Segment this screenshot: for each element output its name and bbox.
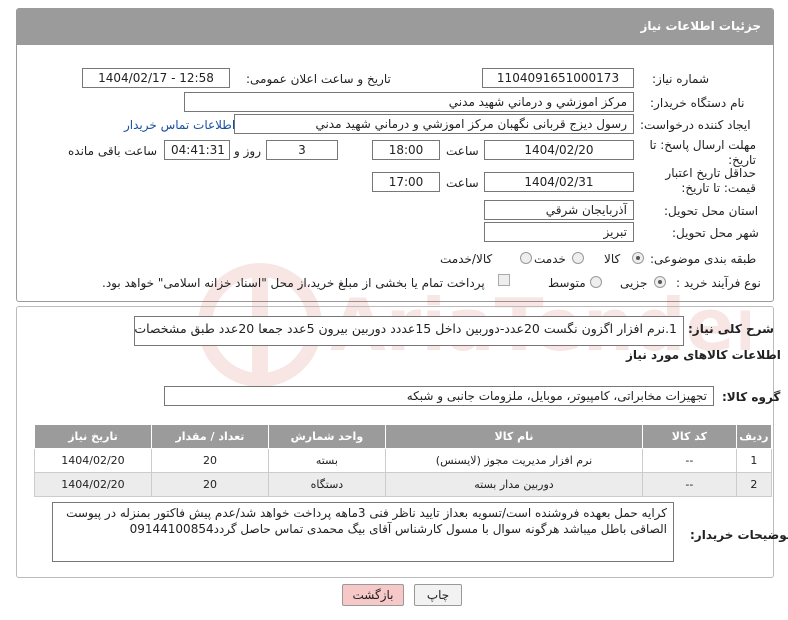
item-unit: دستگاه xyxy=(267,472,386,497)
need-number-label: شماره نیاز: xyxy=(652,72,709,86)
purchase-minor-label: جزیی xyxy=(620,276,648,290)
buyer-org-field: مرکز اموزشي و درماني شهيد مدني xyxy=(184,92,634,112)
item-date: 1404/02/20 xyxy=(34,472,152,497)
col-quantity-header: تعداد / مقدار xyxy=(150,424,269,449)
treasury-payment-checkbox[interactable] xyxy=(498,274,510,286)
deadline-label: مهلت ارسال پاسخ: تا تاریخ: xyxy=(649,138,756,167)
goods-table: ردیف کد کالا نام کالا واحد شمارش تعداد /… xyxy=(34,424,773,497)
days-label: روز و xyxy=(234,144,261,158)
goods-table-header: ردیف کد کالا نام کالا واحد شمارش تعداد /… xyxy=(34,424,773,449)
province-field: آذربايجان شرقي xyxy=(484,200,634,220)
announce-label: تاریخ و ساعت اعلان عمومی: xyxy=(246,72,391,86)
purchase-minor-radio[interactable] xyxy=(654,276,666,288)
item-unit: بسته xyxy=(267,448,386,473)
deadline-time-field: 18:00 xyxy=(372,140,440,160)
buyer-contact-link[interactable]: اطلاعات تماس خریدار xyxy=(124,118,235,132)
city-field: تبريز xyxy=(484,222,634,242)
item-code: -- xyxy=(642,448,737,473)
item-name: دوربین مدار بسته xyxy=(384,472,644,497)
announce-datetime-field: 1404/02/17 - 12:58 xyxy=(82,68,230,88)
col-row-header: ردیف xyxy=(735,424,773,449)
col-unit-header: واحد شمارش xyxy=(267,424,386,449)
remaining-time-field: 04:41:31 xyxy=(164,140,230,160)
col-code-header: کد کالا xyxy=(642,424,737,449)
buyer-notes-label: توضیحات خریدار: xyxy=(690,528,788,542)
goods-group-field: تجهیزات مخابراتی، کامپیوتر، موبایل، ملزو… xyxy=(164,386,714,406)
summary-label: شرح کلی نیاز: xyxy=(688,322,774,336)
requester-field: رسول دیزج قربانی نگهبان مرکز اموزشي و در… xyxy=(234,114,634,134)
validity-label: حداقل تاریخ اعتبار قیمت: تا تاریخ: xyxy=(665,166,756,195)
province-label: استان محل تحویل: xyxy=(664,204,759,218)
validity-time-label: ساعت xyxy=(446,176,479,190)
validity-time-field: 17:00 xyxy=(372,172,440,192)
remaining-label: ساعت باقی مانده xyxy=(68,144,158,158)
item-date: 1404/02/20 xyxy=(34,448,152,473)
panel-title: جزئیات اطلاعات نیاز xyxy=(17,9,773,45)
category-both-radio[interactable] xyxy=(520,252,532,264)
goods-group-label: گروه کالا: xyxy=(722,390,781,404)
summary-field: 1.نرم افزار اگزون نگست 20عدد-دوربین داخل… xyxy=(134,316,684,346)
buyer-org-label: نام دستگاه خریدار: xyxy=(650,96,745,110)
col-name-header: نام کالا xyxy=(384,424,644,449)
category-label: طبقه بندی موضوعی: xyxy=(650,252,757,266)
category-goods-radio[interactable] xyxy=(632,252,644,264)
category-goods-label: کالا xyxy=(604,252,621,266)
purchase-medium-radio[interactable] xyxy=(590,276,602,288)
item-name: نرم افزار مدیریت مجوز (لایسنس) xyxy=(384,448,644,473)
table-row: 1 -- نرم افزار مدیریت مجوز (لایسنس) بسته… xyxy=(34,448,773,473)
payment-note: پرداخت تمام یا بخشی از مبلغ خرید،از محل … xyxy=(102,276,485,290)
category-service-label: خدمت xyxy=(534,252,566,266)
validity-date-field: 1404/02/31 xyxy=(484,172,634,192)
purchase-type-label: نوع فرآیند خرید : xyxy=(676,276,761,290)
deadline-date-field: 1404/02/20 xyxy=(484,140,634,160)
back-button[interactable]: بازگشت xyxy=(342,584,404,606)
category-both-label: کالا/خدمت xyxy=(440,252,493,266)
requester-label: ایجاد کننده درخواست: xyxy=(640,118,751,132)
days-remaining-field: 3 xyxy=(266,140,338,160)
purchase-medium-label: متوسط xyxy=(548,276,586,290)
col-date-header: تاریخ نیاز xyxy=(34,424,152,449)
city-label: شهر محل تحویل: xyxy=(672,226,759,240)
deadline-time-label: ساعت xyxy=(446,144,479,158)
goods-section-title: اطلاعات کالاهای مورد نیاز xyxy=(626,348,781,362)
table-row: 2 -- دوربین مدار بسته دستگاه 20 1404/02/… xyxy=(34,472,773,497)
row-index: 1 xyxy=(735,448,773,473)
item-quantity: 20 xyxy=(150,448,269,473)
row-index: 2 xyxy=(735,472,773,497)
item-quantity: 20 xyxy=(150,472,269,497)
need-number-field: 1104091651000173 xyxy=(482,68,634,88)
item-code: -- xyxy=(642,472,737,497)
category-service-radio[interactable] xyxy=(572,252,584,264)
buyer-notes-field: کرایه حمل بعهده فروشنده است/تسویه بعداز … xyxy=(52,502,674,562)
print-button[interactable]: چاپ xyxy=(414,584,462,606)
